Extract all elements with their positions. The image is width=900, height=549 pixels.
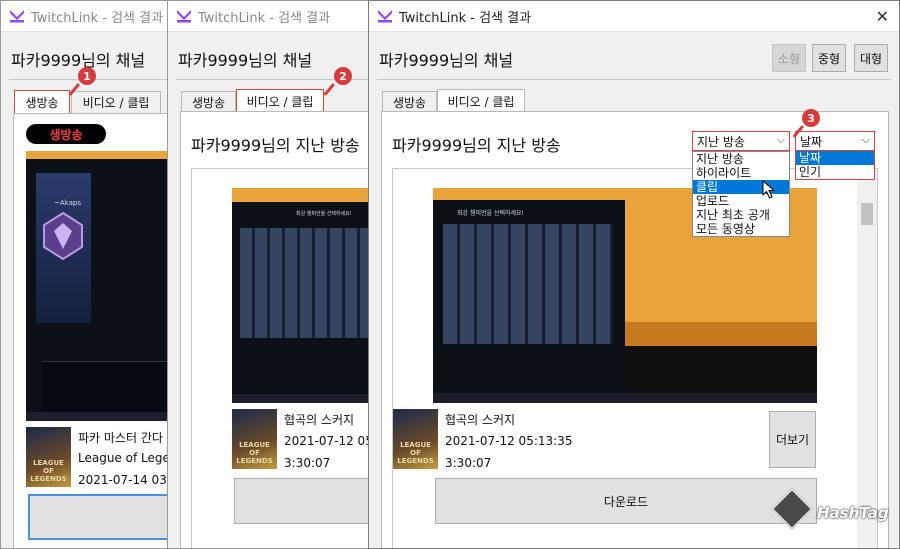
live-badge: 생방송 — [26, 124, 106, 144]
live-stream-game: League of Legends — [78, 451, 179, 465]
live-stream-title: 파카 마스터 간다 — [78, 431, 163, 445]
mouse-cursor-icon — [762, 180, 776, 199]
filter-option[interactable]: 모든 동영상 — [693, 222, 789, 236]
size-small-button[interactable]: 소형 — [772, 44, 806, 72]
tab-panel: 파카9999님의 지난 방송 최강 챔피언을 선택하세요! LEAGUE OF … — [381, 111, 889, 548]
download-button[interactable] — [234, 478, 378, 524]
live-thumbnail[interactable]: ~Akaps — [26, 151, 179, 421]
game-poster: LEAGUE OF LEGENDS — [393, 409, 438, 469]
step-badge-3: 3 — [802, 109, 820, 127]
sort-dropdown[interactable]: 날짜 인기 — [795, 150, 875, 180]
divider — [377, 79, 891, 80]
filter-select-value: 지난 방송 — [697, 134, 745, 149]
chevron-down-icon: ⌵ — [776, 133, 785, 146]
tab-live[interactable]: 생방송 — [14, 90, 70, 114]
tab-video-clip[interactable]: 비디오 / 클립 — [437, 89, 525, 113]
window-video: TwitchLink - 검색 결과 파카9999님의 채널 생방송 비디오 /… — [167, 0, 379, 549]
rank-emblem-icon — [43, 211, 83, 261]
video-list: 최강 챔피언을 선택하세요! LEAGUE OF LEGENDS 협곡의 스커지… — [392, 168, 878, 548]
window-live: TwitchLink - 검색 결과 파카9999님의 채널 생방송 비디오 /… — [0, 0, 180, 549]
screen-header: 최강 챔피언을 선택하세요! — [457, 210, 524, 217]
step-arrow-2 — [324, 83, 335, 96]
video-list: 최강 챔피언을 선택하세요! LEAGUE OF LEGENDS 협곡의 스커지… — [191, 168, 379, 548]
more-button[interactable]: 더보기 — [769, 411, 816, 468]
channel-title: 파카9999님의 채널 — [379, 51, 514, 70]
window-search-result: TwitchLink - 검색 결과 ✕ 파카9999님의 채널 소형 중형 대… — [368, 0, 900, 549]
title-bar: TwitchLink - 검색 결과 — [1, 1, 179, 32]
video-duration: 3:30:07 — [445, 456, 492, 470]
video-thumbnail[interactable]: 최강 챔피언을 선택하세요! — [232, 188, 378, 403]
window-title: TwitchLink - 검색 결과 — [198, 10, 331, 26]
title-bar: TwitchLink - 검색 결과 — [168, 1, 378, 32]
game-poster: LEAGUE OF LEGENDS — [232, 409, 277, 469]
close-icon[interactable]: ✕ — [876, 7, 889, 26]
sort-select[interactable]: 날짜 ⌵ — [795, 131, 875, 151]
tab-live[interactable]: 생방송 — [382, 91, 437, 113]
size-large-button[interactable]: 대형 — [854, 44, 888, 72]
game-poster: LEAGUE OF LEGENDS — [26, 427, 71, 487]
video-title: 협곡의 스커지 — [445, 413, 516, 427]
tab-video-clip[interactable]: 비디오 / 클립 — [71, 91, 161, 113]
tab-live[interactable]: 생방송 — [181, 91, 236, 113]
video-date: 2021-07-12 05:13:35 — [445, 434, 573, 448]
video-duration: 3:30:07 — [284, 456, 331, 470]
twitchlink-logo-icon — [378, 10, 392, 23]
video-title: 협곡의 스커지 — [284, 413, 355, 427]
download-button[interactable] — [28, 494, 179, 540]
window-title: TwitchLink - 검색 결과 — [31, 10, 164, 26]
title-bar: TwitchLink - 검색 결과 ✕ — [369, 1, 899, 32]
twitchlink-logo-icon — [177, 10, 191, 23]
tab-panel: 생방송 ~Akaps LEAGUE OF LEGENDS 파카 마스터 간다 L… — [13, 113, 179, 548]
live-stream-date: 2021-07-14 03:3 — [78, 473, 179, 487]
size-medium-button[interactable]: 중형 — [812, 44, 846, 72]
twitchlink-logo-icon — [10, 10, 24, 23]
poster-logo: LEAGUE OF LEGENDS — [236, 441, 273, 465]
download-button[interactable]: 다운로드 — [435, 478, 817, 524]
past-streams-title: 파카9999님의 지난 방송 — [392, 136, 561, 155]
sort-option[interactable]: 인기 — [796, 165, 874, 179]
tab-panel: 파카9999님의 지난 방송 최강 챔피언을 선택하세요! LEAGUE OF … — [180, 111, 379, 548]
chevron-down-icon: ⌵ — [861, 133, 870, 146]
channel-title: 파카9999님의 채널 — [178, 51, 313, 70]
poster-logo: LEAGUE OF LEGENDS — [397, 441, 434, 465]
poster-logo: LEAGUE OF LEGENDS — [30, 459, 67, 483]
rank-name: ~Akaps — [54, 199, 81, 207]
scrollbar-thumb[interactable] — [861, 203, 873, 225]
filter-option[interactable]: 하이라이트 — [693, 166, 789, 180]
scrollbar[interactable] — [857, 169, 877, 548]
tab-video-clip[interactable]: 비디오 / 클립 — [236, 89, 324, 113]
screen-header: 최강 챔피언을 선택하세요! — [296, 211, 352, 217]
sort-select-value: 날짜 — [800, 134, 823, 149]
filter-option[interactable]: 지난 최초 공개 — [693, 208, 789, 222]
step-badge-1: 1 — [78, 67, 96, 85]
video-date: 2021-07-12 05:1 — [284, 434, 379, 448]
channel-title: 파카9999님의 채널 — [11, 51, 146, 70]
step-badge-2: 2 — [334, 67, 352, 85]
filter-select[interactable]: 지난 방송 ⌵ — [692, 131, 790, 151]
window-title: TwitchLink - 검색 결과 — [399, 10, 532, 26]
watermark-text: HashTag — [817, 504, 889, 522]
sort-option-highlighted[interactable]: 날짜 — [796, 151, 874, 165]
past-streams-title: 파카9999님의 지난 방송 — [191, 136, 360, 155]
filter-option[interactable]: 지난 방송 — [693, 152, 789, 166]
